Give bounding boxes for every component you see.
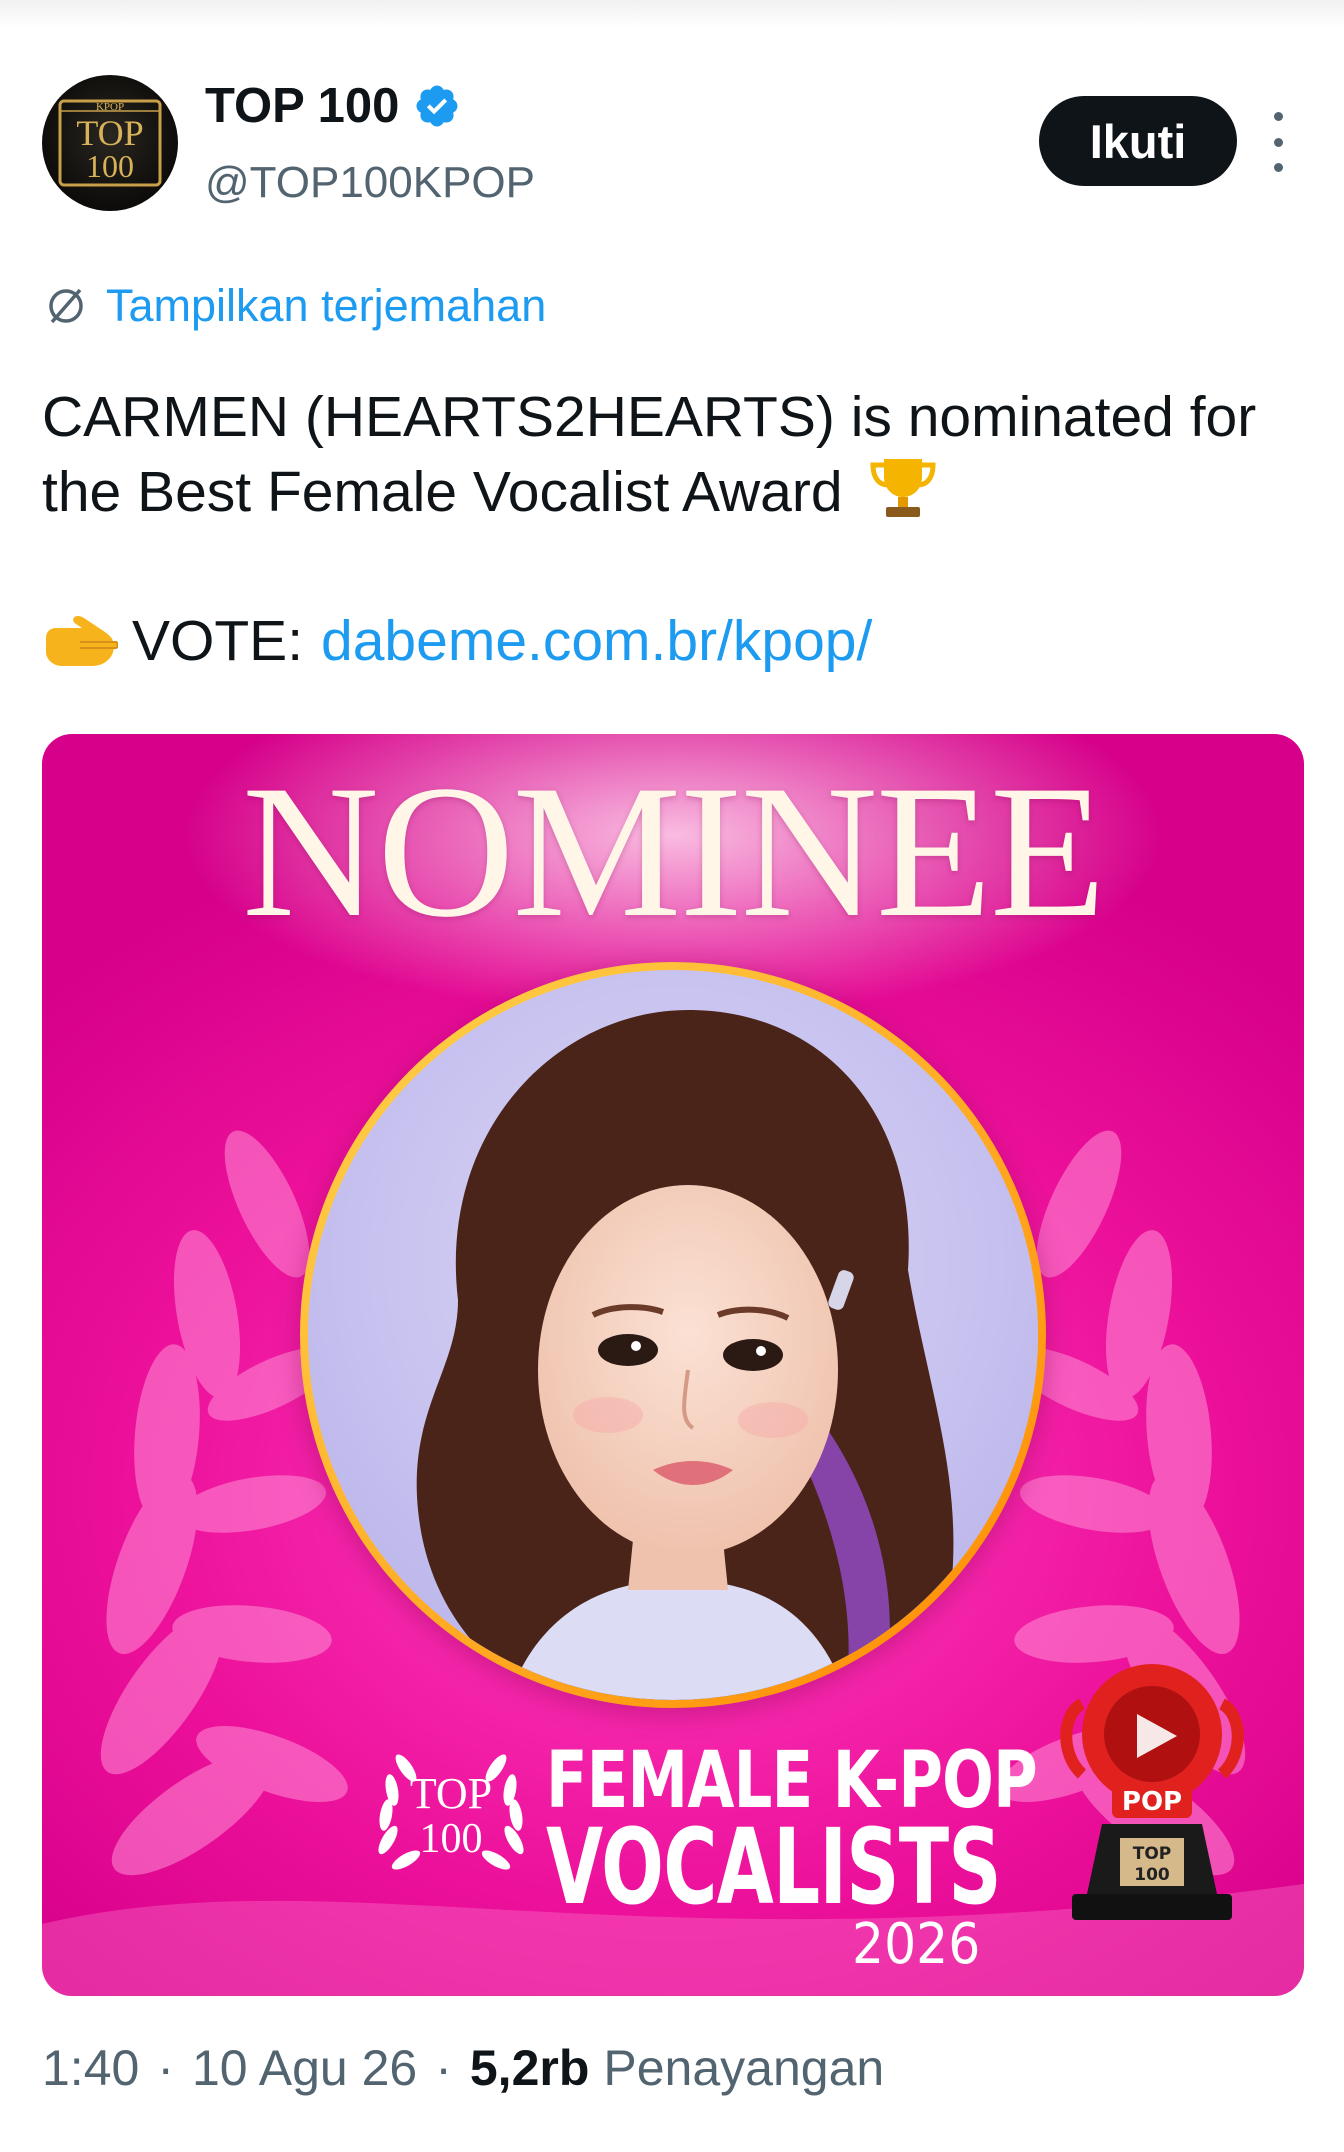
portrait-illustration — [308, 970, 1038, 1700]
meta-separator: · — [157, 2040, 174, 2096]
svg-text:100: 100 — [86, 148, 134, 184]
meta-separator: · — [435, 2040, 452, 2096]
more-dot — [1273, 112, 1283, 121]
handle[interactable]: @TOP100KPOP — [205, 156, 535, 210]
svg-text:POP: POP — [1122, 1787, 1182, 1817]
avatar[interactable]: KPOP TOP 100 — [42, 75, 178, 211]
views-label: Penayangan — [603, 2040, 885, 2096]
vote-row: VOTE: dabeme.com.br/kpop/ — [42, 604, 872, 679]
show-translation-link[interactable]: Tampilkan terjemahan — [42, 280, 546, 332]
display-name-label: TOP 100 — [205, 79, 400, 133]
tweet-date[interactable]: 10 Agu 26 — [192, 2036, 417, 2100]
more-options-icon[interactable] — [1260, 112, 1296, 172]
follow-button[interactable]: Ikuti — [1039, 96, 1237, 186]
svg-text:TOP: TOP — [410, 1769, 492, 1818]
award-year: 2026 — [852, 1912, 981, 1977]
translate-label: Tampilkan terjemahan — [106, 280, 547, 331]
svg-text:TOP: TOP — [76, 113, 143, 153]
category-line-2: VOCALISTS — [546, 1806, 1002, 1928]
svg-text:100: 100 — [420, 1816, 483, 1862]
views-count[interactable]: 5,2rb — [470, 2036, 590, 2100]
tweet-body: CARMEN (HEARTS2HEARTS) is nominated for … — [42, 385, 1257, 524]
more-dot — [1273, 137, 1283, 147]
nominee-portrait — [308, 970, 1038, 1700]
svg-text:KPOP: KPOP — [96, 101, 124, 113]
translate-globe-icon — [49, 288, 83, 324]
vote-link[interactable]: dabeme.com.br/kpop/ — [321, 604, 872, 679]
vote-label: VOTE: — [132, 609, 304, 673]
display-name[interactable]: TOP 100 — [205, 76, 461, 136]
verified-badge-icon — [416, 85, 458, 127]
nominee-headline: NOMINEE — [242, 747, 1106, 957]
more-dot — [1273, 163, 1283, 172]
svg-text:100: 100 — [1134, 1865, 1170, 1885]
tweet-media-image[interactable]: NOMINEE TOP 100 FEMALE K-POP VOCALISTS 2… — [42, 734, 1304, 1996]
tweet-meta: 1:40 · 10 Agu 26 · 5,2rb Penayangan — [42, 2036, 884, 2100]
tweet-text: CARMEN (HEARTS2HEARTS) is nominated for … — [42, 380, 1302, 530]
status-bar-fade — [0, 0, 1344, 28]
tweet-time[interactable]: 1:40 — [42, 2036, 139, 2100]
svg-text:TOP: TOP — [1133, 1844, 1172, 1864]
trophy-icon — [870, 459, 936, 517]
pointing-hand-icon — [46, 615, 118, 666]
pop-trophy-logo-icon: POP TOP 100 — [1060, 1664, 1244, 1920]
top100-laurel-badge-icon: TOP 100 — [378, 1754, 524, 1870]
top100-logo-icon: KPOP TOP 100 — [58, 99, 162, 187]
award-category: TOP 100 FEMALE K-POP VOCALISTS 2026 — [366, 1730, 1066, 1977]
